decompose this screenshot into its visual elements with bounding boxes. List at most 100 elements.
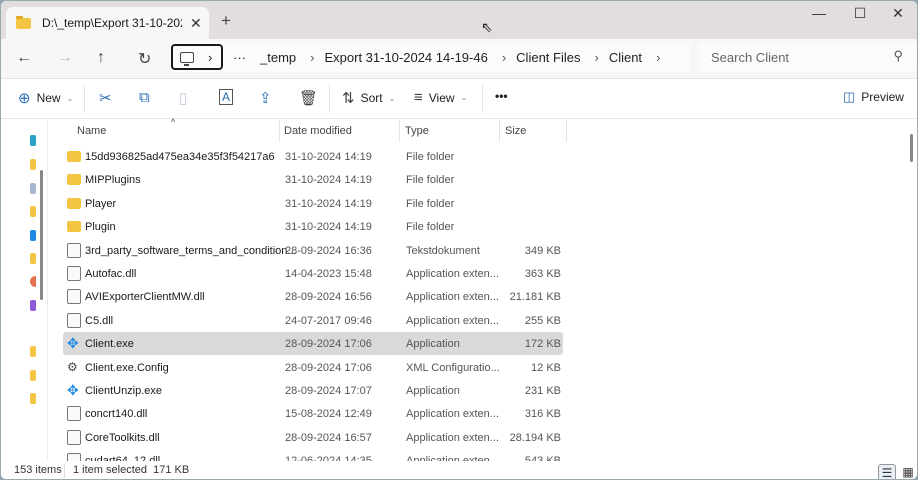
file-type: File folder — [406, 221, 455, 234]
nav-item-icon[interactable] — [30, 135, 36, 146]
file-row[interactable]: Autofac.dll 14-04-2023 15:48 Application… — [63, 262, 563, 285]
crumb-export[interactable]: Export 31-10-2024 14-19-46 — [324, 50, 487, 65]
item-count: 153 items — [14, 464, 62, 476]
breadcrumb[interactable]: › ··· _temp › Export 31-10-2024 14-19-46… — [171, 42, 690, 72]
maximize-button[interactable]: ☐ — [845, 5, 875, 22]
address-row: ← → ↑ ↻ › ··· _temp › Export 31-10-2024 … — [1, 39, 917, 79]
copy-button[interactable]: ⧉ — [139, 89, 150, 106]
back-button[interactable]: ← — [16, 49, 32, 67]
nav-item-icon[interactable] — [30, 230, 36, 241]
column-divider[interactable] — [399, 120, 400, 142]
file-row[interactable]: C5.dll 24-07-2017 09:46 Application exte… — [63, 309, 563, 332]
column-date[interactable]: Date modified — [284, 125, 352, 137]
nav-item-icon[interactable] — [30, 183, 36, 194]
nav-item-icon[interactable] — [30, 159, 36, 170]
crumb-temp[interactable]: _temp — [260, 50, 296, 65]
file-name: MIPPlugins — [85, 174, 141, 187]
nav-item-icon[interactable] — [30, 370, 36, 381]
plus-circle-icon: ⊕ — [18, 90, 31, 107]
share-button[interactable]: ⇪ — [259, 89, 272, 107]
close-tab-icon[interactable]: ✕ — [190, 15, 202, 32]
file-type: Application exten... — [406, 268, 499, 280]
file-row[interactable]: Player 31-10-2024 14:19 File folder — [63, 192, 563, 215]
file-row[interactable]: MIPPlugins 31-10-2024 14:19 File folder — [63, 168, 563, 191]
close-button[interactable]: ✕ — [883, 5, 913, 22]
nav-scrollbar[interactable] — [40, 170, 43, 300]
file-size: 231 KB — [524, 385, 561, 397]
tab-current[interactable]: D:\_temp\Export 31-10-2024 14-19-46 ✕ — [6, 7, 209, 39]
this-pc-button[interactable]: › — [171, 44, 223, 70]
up-button[interactable]: ↑ — [97, 49, 105, 67]
chevron-right-icon[interactable]: › — [502, 50, 506, 65]
file-date: 31-10-2024 14:19 — [285, 221, 372, 234]
column-type[interactable]: Type — [405, 125, 429, 137]
details-view-icon[interactable]: ☰ — [878, 464, 896, 479]
nav-item-icon[interactable] — [30, 346, 36, 357]
file-date: 24-07-2017 09:46 — [285, 314, 372, 327]
crumb-client[interactable]: Client — [609, 50, 642, 65]
doc-icon — [67, 242, 81, 258]
preview-pane-icon: ◫ — [843, 89, 856, 104]
paste-button[interactable]: ▯ — [179, 89, 187, 107]
column-divider[interactable] — [499, 120, 500, 142]
nav-item-icon[interactable] — [30, 253, 36, 264]
chevron-right-icon[interactable]: › — [594, 50, 598, 65]
nav-item-icon[interactable] — [30, 206, 36, 217]
divider — [329, 85, 330, 113]
chevron-down-icon: ⌄ — [460, 93, 468, 102]
file-row[interactable]: 15dd936825ad475ea34e35f3f54217a6 31-10-2… — [63, 145, 563, 168]
refresh-button[interactable]: ↻ — [138, 49, 151, 69]
doc-icon — [67, 312, 81, 328]
file-row[interactable]: ✥ ClientUnzip.exe 28-09-2024 17:07 Appli… — [63, 379, 563, 402]
new-tab-button[interactable]: + — [221, 11, 231, 31]
preview-label: Preview — [861, 90, 904, 104]
file-row[interactable]: AVIExporterClientMW.dll 28-09-2024 16:56… — [63, 285, 563, 308]
view-button[interactable]: ≡ View ⌄ — [414, 89, 467, 106]
column-size[interactable]: Size — [505, 125, 526, 137]
share-icon: ⇪ — [259, 90, 272, 107]
file-row[interactable]: 3rd_party_software_terms_and_condition..… — [63, 239, 563, 262]
monitor-icon — [180, 51, 194, 66]
preview-button[interactable]: ◫ Preview — [843, 89, 904, 105]
nav-item-icon[interactable] — [30, 300, 36, 311]
rename-button[interactable]: A — [219, 89, 234, 105]
more-options-button[interactable]: ••• — [495, 89, 508, 103]
file-date: 28-09-2024 16:56 — [285, 291, 372, 304]
forward-button[interactable]: → — [57, 49, 73, 67]
divider — [64, 464, 65, 478]
sort-button[interactable]: ⇅ Sort ⌄ — [342, 89, 395, 107]
search-input[interactable]: Search Client ⚲ — [699, 42, 917, 72]
file-row[interactable]: concrt140.dll 15-08-2024 12:49 Applicati… — [63, 402, 563, 425]
folder-icon — [67, 221, 81, 233]
file-name: 3rd_party_software_terms_and_condition..… — [85, 244, 297, 257]
column-name[interactable]: Name — [77, 125, 106, 137]
file-row[interactable]: Plugin 31-10-2024 14:19 File folder — [63, 215, 563, 238]
cut-button[interactable]: ✂ — [99, 89, 112, 107]
file-size: 21.181 KB — [509, 291, 561, 304]
chevron-right-icon: › — [208, 49, 213, 65]
file-date: 14-04-2023 15:48 — [285, 268, 372, 280]
divider — [84, 85, 85, 113]
file-name: C5.dll — [85, 314, 114, 327]
file-row[interactable]: CoreToolkits.dll 28-09-2024 16:57 Applic… — [63, 426, 563, 449]
nav-item-icon[interactable] — [30, 393, 36, 404]
nav-item-icon[interactable] — [30, 276, 36, 287]
chevron-right-icon[interactable]: › — [310, 50, 314, 65]
crumb-client-files[interactable]: Client Files — [516, 50, 580, 65]
file-type: File folder — [406, 197, 455, 210]
file-name: Client.exe.Config — [85, 361, 169, 374]
delete-button[interactable]: 🗑 — [299, 89, 318, 107]
tiles-view-icon[interactable]: ▦ — [899, 464, 917, 479]
column-divider[interactable] — [566, 120, 567, 142]
file-date: 28-09-2024 17:07 — [285, 385, 372, 397]
more-crumbs-button[interactable]: ··· — [233, 50, 246, 65]
chevron-right-icon[interactable]: › — [656, 50, 660, 65]
search-icon: ⚲ — [893, 48, 903, 63]
file-row[interactable]: ✥ Client.exe 28-09-2024 17:06 Applicatio… — [63, 332, 563, 356]
file-row[interactable]: ⚙ Client.exe.Config 28-09-2024 17:06 XML… — [63, 356, 563, 379]
file-name: Autofac.dll — [85, 268, 137, 280]
new-button[interactable]: ⊕ New ⌄ — [18, 89, 73, 107]
column-divider[interactable] — [279, 120, 280, 142]
vertical-scrollbar[interactable] — [910, 134, 913, 162]
minimize-button[interactable]: — — [804, 5, 834, 21]
